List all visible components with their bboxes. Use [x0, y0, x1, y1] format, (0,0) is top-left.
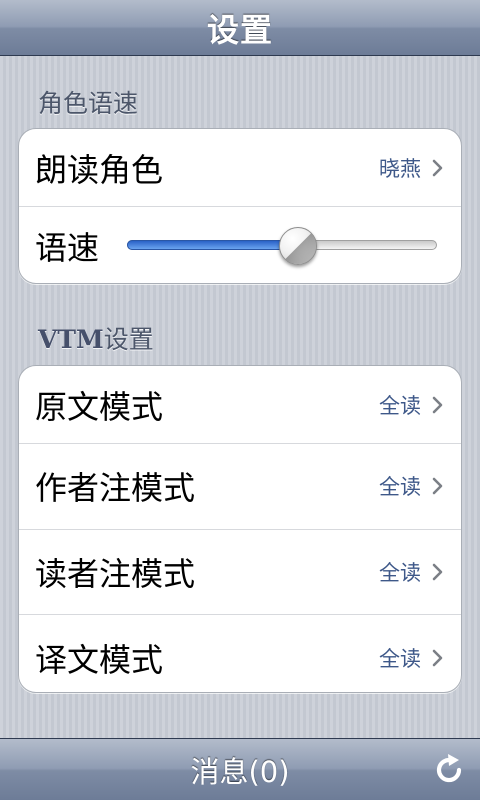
speed-slider-thumb[interactable] [278, 227, 317, 265]
bottom-bar: 消息(0) [0, 738, 480, 800]
reading-role-row[interactable]: 朗读角色 晓燕 [19, 129, 461, 207]
section-header-vtm: VTM设置 [38, 320, 154, 356]
chevron-right-icon [432, 477, 443, 495]
section-header-vtm-strong: VTM [38, 325, 104, 354]
original-text-mode-value: 全读 [379, 393, 421, 418]
translation-mode-row[interactable]: 译文模式 全读 [19, 615, 461, 692]
original-text-mode-label: 原文模式 [35, 387, 164, 426]
section-header-vtm-rest: 设置 [103, 325, 154, 354]
author-note-mode-row[interactable]: 作者注模式 全读 [19, 444, 461, 530]
author-note-mode-label: 作者注模式 [35, 469, 196, 508]
translation-mode-label: 译文模式 [35, 640, 164, 679]
vtm-settings-group: 原文模式 全读 作者注模式 全读 读者注模式 全读 译文模式 全读 [18, 365, 462, 693]
refresh-icon[interactable] [432, 753, 466, 787]
speed-slider[interactable] [127, 227, 437, 265]
reading-role-value: 晓燕 [379, 156, 421, 181]
reader-note-mode-label: 读者注模式 [35, 554, 196, 593]
messages-button[interactable]: 消息(0) [190, 749, 289, 791]
speed-slider-fill [127, 240, 298, 250]
author-note-mode-value: 全读 [379, 475, 421, 500]
speed-label: 语速 [35, 229, 100, 267]
original-text-mode-row[interactable]: 原文模式 全读 [19, 366, 461, 444]
title-bar: 设置 [0, 0, 480, 56]
chevron-right-icon [432, 649, 443, 667]
chevron-right-icon [432, 563, 443, 581]
translation-mode-value: 全读 [379, 646, 421, 671]
reader-note-mode-row[interactable]: 读者注模式 全读 [19, 530, 461, 615]
reading-role-label: 朗读角色 [35, 150, 164, 189]
chevron-right-icon [432, 159, 443, 176]
page-title: 设置 [206, 10, 273, 49]
chevron-right-icon [432, 396, 443, 413]
reader-note-mode-value: 全读 [379, 560, 421, 585]
speed-row: 语速 [19, 207, 461, 283]
section-header-voice: 角色语速 [38, 89, 139, 118]
voice-settings-group: 朗读角色 晓燕 语速 [18, 128, 462, 284]
